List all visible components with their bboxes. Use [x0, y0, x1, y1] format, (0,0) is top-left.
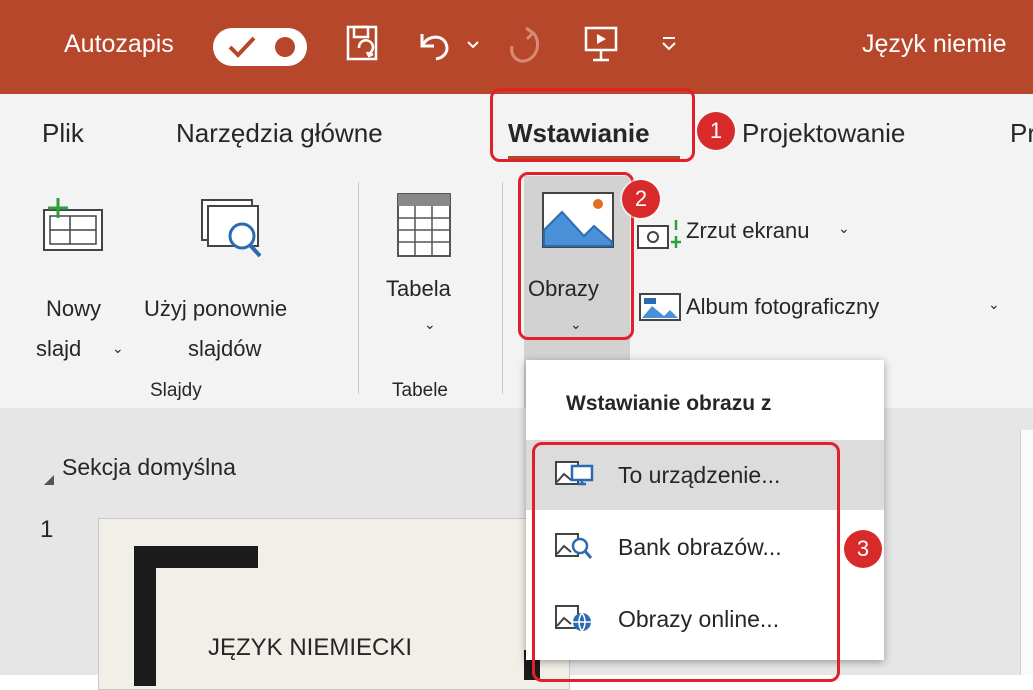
new-slide-label-line1: Nowy	[46, 296, 102, 321]
reuse-slides-label-line2: slajdów	[188, 336, 262, 361]
title-bar: Autozapis Język niemie	[0, 0, 1033, 94]
step-badge-1: 1	[697, 112, 735, 150]
autosave-label: Autozapis	[64, 30, 174, 58]
highlight-image-source-options	[532, 442, 840, 682]
redo-icon[interactable]	[506, 24, 546, 68]
screenshot-label: Zrzut ekranu	[686, 218, 810, 243]
tab-file[interactable]: Plik	[42, 118, 84, 149]
step-badge-2: 2	[622, 180, 660, 218]
customize-toolbar-icon[interactable]	[660, 36, 678, 52]
slide-title-text: JĘZYK NIEMIECKI	[208, 634, 413, 661]
document-title: Język niemie	[862, 30, 1007, 58]
autosave-toggle[interactable]	[213, 28, 307, 66]
toggle-knob	[275, 37, 295, 57]
present-from-beginning-icon[interactable]	[582, 24, 620, 66]
screenshot-icon	[637, 220, 681, 249]
reuse-slides-button[interactable]: Użyj ponownie slajdów	[140, 188, 340, 378]
new-slide-button[interactable]: Nowy slajd ⌄	[30, 188, 135, 378]
highlight-insert-tab	[490, 88, 695, 162]
group-label-slides: Slajdy	[150, 380, 202, 401]
new-slide-icon	[43, 198, 103, 251]
section-title[interactable]: Sekcja domyślna	[62, 454, 236, 481]
tab-design[interactable]: Projektowanie	[742, 118, 905, 149]
group-label-tables: Tabele	[392, 380, 448, 401]
chevron-down-icon: ⌄	[838, 220, 850, 236]
slide-number: 1	[40, 516, 54, 543]
undo-dropdown-chevron-icon[interactable]	[466, 40, 480, 50]
photo-album-label: Album fotograficzny	[686, 294, 880, 319]
check-icon	[228, 36, 256, 58]
photo-album-icon	[639, 293, 681, 321]
collapse-triangle-icon[interactable]	[42, 474, 56, 486]
chevron-down-icon: ⌄	[424, 316, 436, 332]
table-button[interactable]: Tabela ⌄	[380, 188, 480, 378]
reuse-slides-label-line1: Użyj ponownie	[144, 296, 288, 321]
slide-frame-decoration	[134, 546, 156, 686]
group-separator	[358, 182, 359, 394]
save-icon[interactable]	[345, 24, 381, 64]
slide-thumbnail[interactable]	[98, 518, 570, 690]
reuse-slides-icon	[201, 199, 262, 258]
screenshot-button[interactable]: Zrzut ekranu ⌄	[636, 214, 866, 254]
photo-album-button[interactable]: Album fotograficzny ⌄	[636, 288, 1016, 328]
tab-home[interactable]: Narzędzia główne	[176, 118, 383, 149]
chevron-down-icon: ⌄	[112, 340, 124, 356]
tab-transitions[interactable]: Pr	[1010, 118, 1033, 149]
highlight-images-button	[518, 172, 634, 340]
group-separator	[502, 182, 503, 394]
new-slide-label-line2: slajd	[36, 336, 82, 361]
table-label: Tabela	[386, 276, 451, 301]
step-badge-3: 3	[844, 530, 882, 568]
editor-canvas-edge	[1020, 430, 1033, 675]
dropdown-header: Wstawianie obrazu z	[566, 392, 772, 415]
table-icon	[397, 193, 451, 257]
chevron-down-icon: ⌄	[988, 296, 1000, 312]
undo-icon[interactable]	[414, 24, 454, 64]
